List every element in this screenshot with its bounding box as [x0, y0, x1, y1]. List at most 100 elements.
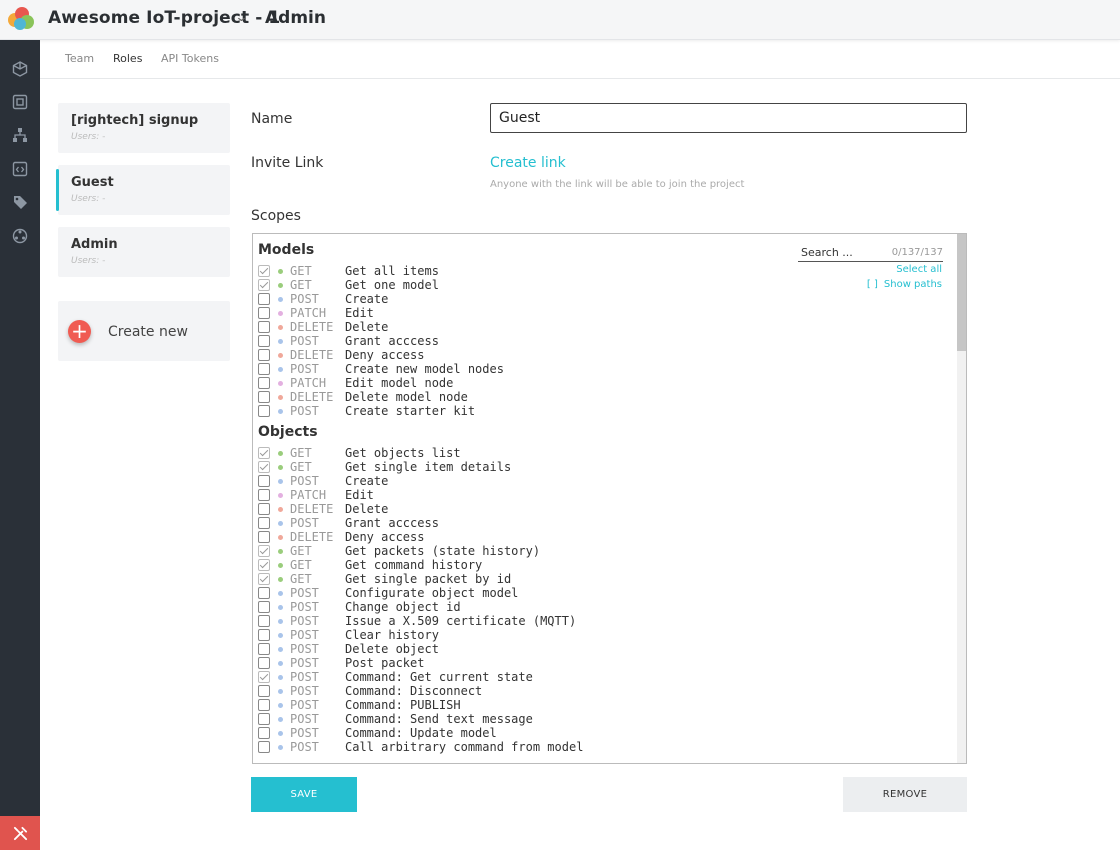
role-name-input[interactable]	[490, 103, 967, 133]
scope-row[interactable]: POST Clear history	[258, 628, 858, 642]
hierarchy-icon[interactable]	[11, 126, 29, 144]
scope-checkbox[interactable]	[258, 615, 270, 627]
scope-row[interactable]: PATCH Edit model node	[258, 376, 858, 390]
show-paths-toggle[interactable]: [ ] Show paths	[867, 279, 942, 290]
scope-row[interactable]: GET Get all items	[258, 264, 858, 278]
scope-checkbox[interactable]	[258, 727, 270, 739]
tab-roles[interactable]: Roles	[113, 52, 142, 65]
scope-row[interactable]: POST Create	[258, 474, 858, 488]
role-name: Guest	[71, 175, 114, 190]
remove-button[interactable]: REMOVE	[843, 777, 967, 812]
scope-checkbox[interactable]	[258, 601, 270, 613]
role-card-guest[interactable]: Guest Users: -	[56, 165, 230, 215]
scope-checkbox[interactable]	[258, 377, 270, 389]
scope-checkbox[interactable]	[258, 657, 270, 669]
scope-group-title: Models	[258, 242, 315, 258]
chevron-down-icon[interactable]: ⌄	[234, 10, 248, 25]
create-role-button[interactable]: + Create new	[58, 301, 230, 361]
scope-checkbox[interactable]	[258, 699, 270, 711]
scope-row[interactable]: POST Delete object	[258, 642, 858, 656]
scope-checkbox[interactable]	[258, 335, 270, 347]
role-card-admin[interactable]: Admin Users: -	[58, 227, 230, 277]
scope-row[interactable]: GET Get one model	[258, 278, 858, 292]
tag-icon[interactable]	[11, 193, 29, 211]
scope-row[interactable]: GET Get packets (state history)	[258, 544, 858, 558]
scope-row[interactable]: DELETE Delete	[258, 320, 858, 334]
scope-checkbox[interactable]	[258, 713, 270, 725]
select-all-link[interactable]: Select all	[896, 264, 942, 275]
scope-label: Command: Send text message	[345, 712, 533, 726]
scope-row[interactable]: POST Command: Update model	[258, 726, 858, 740]
scope-row[interactable]: POST Call arbitrary command from model	[258, 740, 858, 754]
scope-row[interactable]: POST Configurate object model	[258, 586, 858, 600]
scope-row[interactable]: POST Issue a X.509 certificate (MQTT)	[258, 614, 858, 628]
scope-checkbox[interactable]	[258, 461, 270, 473]
scope-checkbox[interactable]	[258, 685, 270, 697]
scope-checkbox[interactable]	[258, 587, 270, 599]
create-link[interactable]: Create link	[490, 155, 566, 171]
scope-row[interactable]: POST Command: PUBLISH	[258, 698, 858, 712]
scope-row[interactable]: GET Get objects list	[258, 446, 858, 460]
scope-row[interactable]: POST Command: Disconnect	[258, 684, 858, 698]
scope-checkbox[interactable]	[258, 447, 270, 459]
scope-row[interactable]: GET Get command history	[258, 558, 858, 572]
scope-checkbox[interactable]	[258, 279, 270, 291]
rightech-logo[interactable]	[6, 5, 36, 35]
save-button[interactable]: SAVE	[251, 777, 357, 812]
scope-search-input[interactable]: Search ... 0/137/137	[798, 246, 943, 262]
http-method: PATCH	[290, 376, 327, 390]
scope-checkbox[interactable]	[258, 391, 270, 403]
scope-row[interactable]: PATCH Edit	[258, 488, 858, 502]
scope-checkbox[interactable]	[258, 629, 270, 641]
scope-row[interactable]: POST Change object id	[258, 600, 858, 614]
scope-checkbox[interactable]	[258, 321, 270, 333]
scope-row[interactable]: DELETE Delete	[258, 502, 858, 516]
code-window-icon[interactable]	[11, 160, 29, 178]
scope-checkbox[interactable]	[258, 545, 270, 557]
scope-checkbox[interactable]	[258, 517, 270, 529]
scope-row[interactable]: DELETE Delete model node	[258, 390, 858, 404]
scope-label: Create starter kit	[345, 404, 476, 418]
scope-checkbox[interactable]	[258, 741, 270, 753]
scope-checkbox[interactable]	[258, 363, 270, 375]
scope-row[interactable]: POST Create starter kit	[258, 404, 858, 418]
scope-row[interactable]: PATCH Edit	[258, 306, 858, 320]
scopes-panel[interactable]: Search ... 0/137/137 Select all [ ] Show …	[252, 233, 967, 764]
role-card-rightech-signup[interactable]: [rightech] signup Users: -	[58, 103, 230, 153]
tab-team[interactable]: Team	[65, 52, 94, 65]
scope-checkbox[interactable]	[258, 265, 270, 277]
tools-icon[interactable]	[0, 816, 40, 850]
scope-row[interactable]: DELETE Deny access	[258, 348, 858, 362]
scope-label: Delete object	[345, 642, 439, 656]
scope-checkbox[interactable]	[258, 643, 270, 655]
scrollbar-thumb[interactable]	[957, 234, 966, 351]
scope-label: Create	[345, 474, 389, 488]
scope-row[interactable]: GET Get single item details	[258, 460, 858, 474]
scope-checkbox[interactable]	[258, 531, 270, 543]
cube-icon[interactable]	[11, 60, 29, 78]
tab-api-tokens[interactable]: API Tokens	[161, 52, 219, 65]
scope-checkbox[interactable]	[258, 293, 270, 305]
object-icon[interactable]	[11, 93, 29, 111]
scope-row[interactable]: DELETE Deny access	[258, 530, 858, 544]
scrollbar[interactable]	[957, 234, 966, 763]
scope-row[interactable]: POST Grant acccess	[258, 516, 858, 530]
network-icon[interactable]	[11, 227, 29, 245]
scope-row[interactable]: POST Create	[258, 292, 858, 306]
scope-row[interactable]: POST Grant acccess	[258, 334, 858, 348]
scope-row[interactable]: POST Create new model nodes	[258, 362, 858, 376]
scope-checkbox[interactable]	[258, 671, 270, 683]
scope-row[interactable]: POST Command: Get current state	[258, 670, 858, 684]
scope-checkbox[interactable]	[258, 405, 270, 417]
scope-row[interactable]: GET Get single packet by id	[258, 572, 858, 586]
scope-checkbox[interactable]	[258, 475, 270, 487]
scope-row[interactable]: POST Post packet	[258, 656, 858, 670]
method-dot-icon	[278, 717, 283, 722]
scope-checkbox[interactable]	[258, 489, 270, 501]
scope-checkbox[interactable]	[258, 307, 270, 319]
scope-checkbox[interactable]	[258, 559, 270, 571]
scope-checkbox[interactable]	[258, 503, 270, 515]
scope-checkbox[interactable]	[258, 349, 270, 361]
scope-row[interactable]: POST Command: Send text message	[258, 712, 858, 726]
scope-checkbox[interactable]	[258, 573, 270, 585]
